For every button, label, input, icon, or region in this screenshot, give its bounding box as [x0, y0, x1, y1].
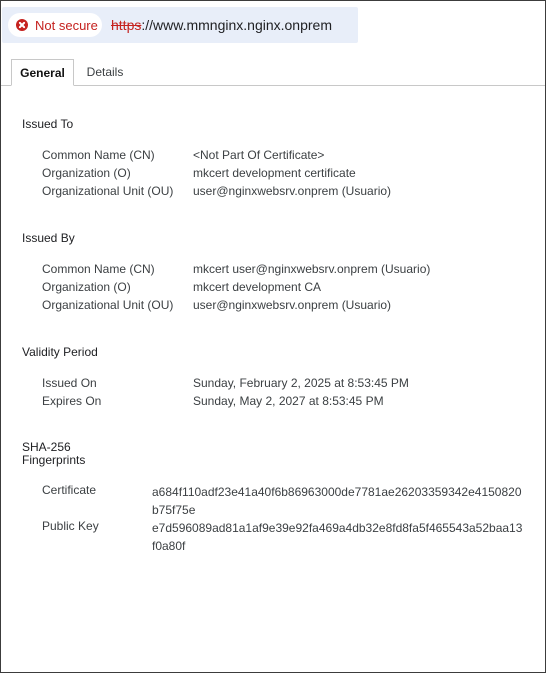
field-value: mkcert user@nginxwebsrv.onprem (Usuario) — [193, 262, 431, 276]
field-value: mkcert development certificate — [193, 166, 356, 180]
field-label: Common Name (CN) — [42, 148, 155, 162]
field-label: Organizational Unit (OU) — [42, 184, 174, 198]
url-host: ://www.mmnginx.nginx.onprem — [141, 17, 332, 33]
security-indicator-label: Not secure — [35, 17, 98, 33]
field-value: a684f110adf23e41a40f6b86963000de7781ae26… — [152, 485, 522, 517]
fingerprints-heading-line2: Fingerprints — [22, 453, 86, 467]
security-indicator-button[interactable]: Not secure — [8, 13, 102, 37]
address-bar[interactable]: Not secure https://www.mmnginx.nginx.onp… — [2, 7, 358, 43]
tab-bar: General Details — [1, 59, 545, 86]
fingerprints-heading: SHA-256 Fingerprints — [22, 441, 85, 467]
field-label: Common Name (CN) — [42, 262, 155, 276]
field-value: Sunday, February 2, 2025 at 8:53:45 PM — [193, 376, 409, 390]
field-label: Organization (O) — [42, 166, 131, 180]
field-label: Public Key — [42, 519, 99, 533]
url-scheme: https — [111, 17, 142, 33]
field-value: user@nginxwebsrv.onprem (Usuario) — [193, 184, 392, 198]
field-value: mkcert development CA — [193, 280, 322, 294]
field-label: Expires On — [42, 394, 102, 408]
tab-details[interactable]: Details — [75, 59, 135, 85]
field-value: user@nginxwebsrv.onprem (Usuario) — [193, 298, 392, 312]
url-text[interactable]: https://www.mmnginx.nginx.onprem — [111, 17, 332, 33]
field-label: Organizational Unit (OU) — [42, 298, 174, 312]
issued-by-heading: Issued By — [22, 231, 75, 245]
field-label: Organization (O) — [42, 280, 131, 294]
not-secure-warning-icon — [16, 19, 28, 31]
field-value: e7d596089ad81a1af9e39e92fa469a4db32e8fd8… — [152, 521, 523, 553]
field-value: <Not Part Of Certificate> — [193, 148, 325, 162]
tab-general[interactable]: General — [11, 59, 74, 86]
field-label: Issued On — [42, 376, 97, 390]
validity-period-heading: Validity Period — [22, 345, 98, 359]
issued-to-heading: Issued To — [22, 117, 74, 131]
field-value: Sunday, May 2, 2027 at 8:53:45 PM — [193, 394, 384, 408]
certificate-viewer-window: Not secure https://www.mmnginx.nginx.onp… — [0, 0, 546, 673]
field-label: Certificate — [42, 483, 97, 497]
